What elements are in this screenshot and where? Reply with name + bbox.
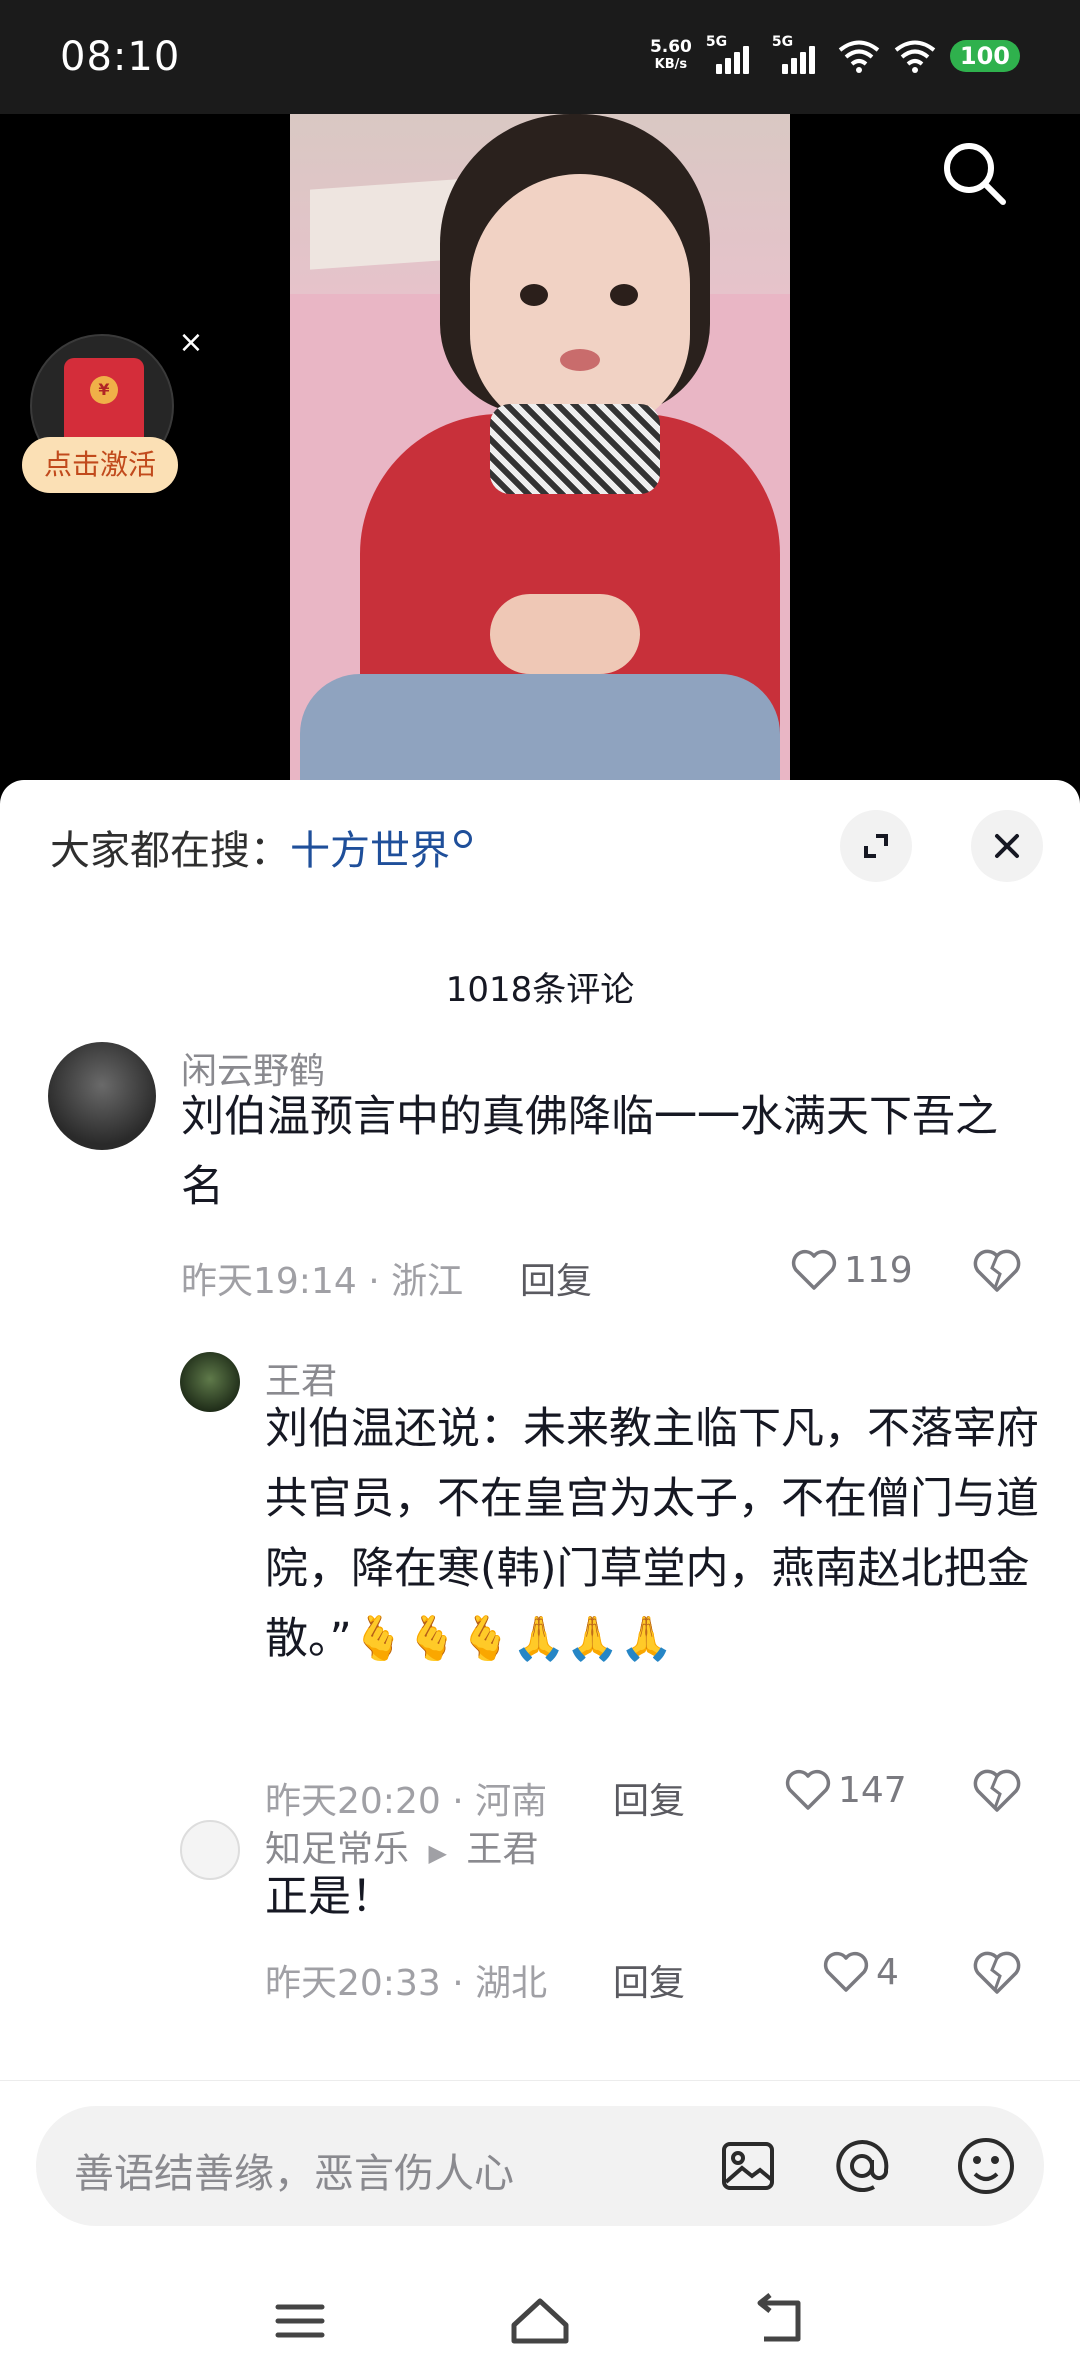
search-icon[interactable] [935,134,1015,214]
comment-time-location: 昨天19:14 · 浙江 [181,1261,464,1302]
search-small-icon [454,830,472,848]
video-player[interactable]: ¥ 点击激活 × [0,114,1080,804]
hot-search-keyword[interactable]: 十方世界 [290,828,450,874]
comment-time-location: 昨天20:20 · 河南 [265,1781,548,1822]
reply-button[interactable]: 回复 [613,1954,685,2006]
wifi-icon-2 [894,40,936,73]
home-icon[interactable] [500,2281,580,2361]
comment-input[interactable]: 善语结善缘，恶言伤人心 [36,2106,1044,2226]
menu-icon[interactable] [260,2281,340,2361]
avatar[interactable] [180,1820,240,1880]
avatar[interactable] [180,1352,240,1412]
like-button[interactable]: 147 [784,1766,907,1814]
panel-header: 大家都在搜：十方世界 [0,780,1080,910]
expand-button[interactable] [840,810,912,882]
wifi-icon [838,40,880,73]
like-count: 4 [876,1951,899,1993]
heart-icon [785,1769,831,1810]
activate-button[interactable]: 点击激活 [22,437,178,493]
comment-input-bar: 善语结善缘，恶言伤人心 [0,2080,1080,2376]
photo-collar [490,404,660,494]
emoji-icon[interactable] [950,2130,1022,2202]
network-speed: 5.60 KB/s [649,37,692,72]
comment-time-location: 昨天20:33 · 湖北 [265,1963,548,2004]
broken-heart-icon[interactable] [970,1244,1024,1298]
video-frame [290,114,790,804]
comment-item: 王君 刘伯温还说：未来教主临下凡，不落宰府共官员，不在皇宫为太子，不在僧门与道院… [0,1352,1080,1822]
close-icon[interactable]: × [175,327,207,359]
comment-item: 闲云野鹤 刘伯温预言中的真佛降临一一水满天下吾之名 昨天19:14 · 浙江 回… [0,1042,1080,1302]
signal-icon: 5G [706,34,758,74]
reply-button[interactable]: 回复 [613,1772,685,1824]
broken-heart-icon[interactable] [970,1946,1024,2000]
close-button[interactable] [971,810,1043,882]
comment-item: 知足常乐 ▶ 王君 正是！ 昨天20:33 · 湖北 回复 4 [0,1820,1080,2010]
status-icons: 5.60 KB/s 5G 5G 100 [649,34,1020,74]
signal-icon-2: 5G [772,34,824,74]
comment-text[interactable]: 刘伯温还说：未来教主临下凡，不落宰府共官员，不在皇宫为太子，不在僧门与道院，降在… [265,1394,1040,1674]
comment-count: 1018条评论 [445,970,635,1010]
photo-face [470,174,690,434]
comment-input-placeholder: 善语结善缘，恶言伤人心 [74,2151,514,2197]
comment-text[interactable]: 正是！ [265,1862,1040,1932]
like-button[interactable]: 119 [790,1246,913,1294]
status-bar: 08:10 5.60 KB/s 5G 5G 100 [0,0,1080,114]
back-icon[interactable] [740,2281,820,2361]
status-time: 08:10 [60,34,181,80]
photo-mouth [560,349,600,371]
avatar[interactable] [48,1042,156,1150]
mention-icon[interactable] [826,2130,898,2202]
photo-hands [490,594,640,674]
like-count: 119 [844,1249,913,1291]
system-navigation-bar [0,2271,1080,2371]
photo-eye [610,284,638,306]
expand-icon [864,834,888,858]
broken-heart-icon[interactable] [970,1764,1024,1818]
like-button[interactable]: 4 [822,1948,899,1996]
hot-search[interactable]: 大家都在搜：十方世界 [50,818,472,876]
reply-button[interactable]: 回复 [520,1252,592,1304]
comment-text[interactable]: 刘伯温预言中的真佛降临一一水满天下吾之名 [181,1082,1021,1222]
heart-icon [823,1951,869,1992]
like-count: 147 [838,1769,907,1811]
close-icon [995,834,1019,858]
image-icon[interactable] [712,2130,784,2202]
red-packet-widget[interactable]: ¥ 点击激活 × [20,327,204,499]
battery-indicator: 100 [949,40,1020,72]
photo-eye [520,284,548,306]
heart-icon [791,1249,837,1290]
